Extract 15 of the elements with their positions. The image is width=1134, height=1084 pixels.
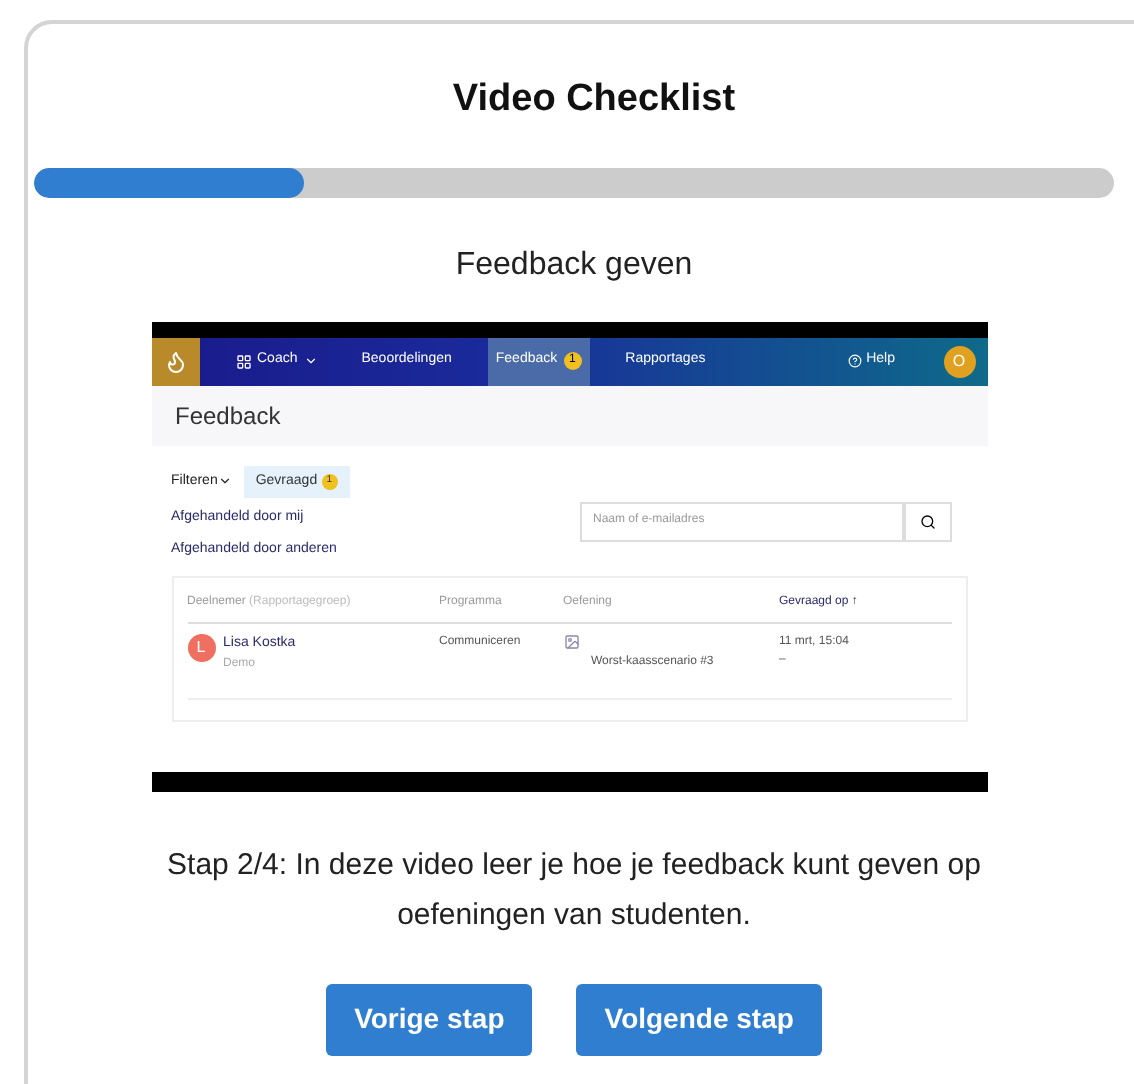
previous-button[interactable]: Vorige stap [326,983,533,1055]
page-heading: Feedback [175,399,283,433]
search-button[interactable] [903,501,951,541]
flame-logo-icon [163,349,187,373]
grid-icon [235,353,251,369]
search-icon [919,513,935,529]
caret-icon [217,474,232,489]
user-avatar: L [187,634,215,662]
step-description: Stap 2/4: In deze video leer je hoe je feedback kunt geven op oefeningen van studenten. [165,845,983,935]
caret-icon [303,354,318,368]
step-title: Feedback geven [455,245,693,285]
help-icon [848,354,863,368]
next-button[interactable]: Volgende stap [576,983,822,1055]
broken-image-icon [563,634,579,650]
card-title: Video Checklist [452,76,736,124]
